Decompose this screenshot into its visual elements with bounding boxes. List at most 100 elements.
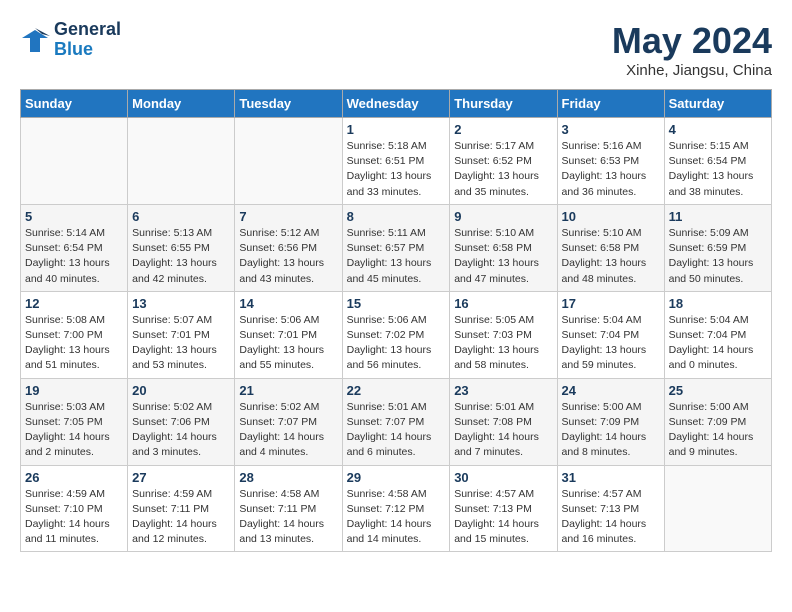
- calendar-cell: 13 Sunrise: 5:07 AM Sunset: 7:01 PM Dayli…: [128, 291, 235, 378]
- cell-daylight-info: Sunrise: 5:10 AM Sunset: 6:58 PM Dayligh…: [454, 226, 552, 287]
- calendar-cell: 15 Sunrise: 5:06 AM Sunset: 7:02 PM Dayli…: [342, 291, 450, 378]
- calendar-cell: 29 Sunrise: 4:58 AM Sunset: 7:12 PM Dayli…: [342, 465, 450, 552]
- logo-icon: [20, 26, 50, 54]
- cell-daylight-info: Sunrise: 4:58 AM Sunset: 7:12 PM Dayligh…: [347, 487, 446, 548]
- calendar-cell: [664, 465, 771, 552]
- location: Xinhe, Jiangsu, China: [612, 62, 772, 79]
- cell-date-number: 8: [347, 209, 446, 224]
- cell-daylight-info: Sunrise: 5:07 AM Sunset: 7:01 PM Dayligh…: [132, 313, 230, 374]
- calendar-cell: 17 Sunrise: 5:04 AM Sunset: 7:04 PM Dayli…: [557, 291, 664, 378]
- cell-date-number: 25: [669, 383, 767, 398]
- cell-daylight-info: Sunrise: 5:04 AM Sunset: 7:04 PM Dayligh…: [562, 313, 660, 374]
- cell-date-number: 1: [347, 122, 446, 137]
- calendar-cell: 6 Sunrise: 5:13 AM Sunset: 6:55 PM Daylig…: [128, 204, 235, 291]
- calendar-cell: 25Sunrise: 5:00 AM Sunset: 7:09 PM Dayli…: [664, 378, 771, 465]
- cell-date-number: 5: [25, 209, 123, 224]
- cell-daylight-info: Sunrise: 5:13 AM Sunset: 6:55 PM Dayligh…: [132, 226, 230, 287]
- calendar-cell: 7Sunrise: 5:12 AM Sunset: 6:56 PM Daylig…: [235, 204, 342, 291]
- calendar-week-row: 19 Sunrise: 5:03 AM Sunset: 7:05 PM Dayli…: [21, 378, 772, 465]
- calendar-cell: 10 Sunrise: 5:10 AM Sunset: 6:58 PM Dayli…: [557, 204, 664, 291]
- calendar-cell: 24 Sunrise: 5:00 AM Sunset: 7:09 PM Dayli…: [557, 378, 664, 465]
- cell-date-number: 29: [347, 470, 446, 485]
- cell-daylight-info: Sunrise: 4:57 AM Sunset: 7:13 PM Dayligh…: [562, 487, 660, 548]
- cell-daylight-info: Sunrise: 5:06 AM Sunset: 7:01 PM Dayligh…: [239, 313, 337, 374]
- weekday-header: Tuesday: [235, 90, 342, 118]
- cell-date-number: 13: [132, 296, 230, 311]
- cell-date-number: 23: [454, 383, 552, 398]
- cell-daylight-info: Sunrise: 5:10 AM Sunset: 6:58 PM Dayligh…: [562, 226, 660, 287]
- cell-date-number: 15: [347, 296, 446, 311]
- calendar-cell: 2Sunrise: 5:17 AM Sunset: 6:52 PM Daylig…: [450, 118, 557, 205]
- calendar-cell: 11Sunrise: 5:09 AM Sunset: 6:59 PM Dayli…: [664, 204, 771, 291]
- cell-date-number: 18: [669, 296, 767, 311]
- cell-date-number: 28: [239, 470, 337, 485]
- calendar-cell: 9 Sunrise: 5:10 AM Sunset: 6:58 PM Daylig…: [450, 204, 557, 291]
- month-year: May 2024: [612, 20, 772, 62]
- calendar-cell: 26Sunrise: 4:59 AM Sunset: 7:10 PM Dayli…: [21, 465, 128, 552]
- cell-daylight-info: Sunrise: 5:01 AM Sunset: 7:08 PM Dayligh…: [454, 400, 552, 461]
- cell-daylight-info: Sunrise: 5:03 AM Sunset: 7:05 PM Dayligh…: [25, 400, 123, 461]
- cell-date-number: 2: [454, 122, 552, 137]
- calendar-cell: 27 Sunrise: 4:59 AM Sunset: 7:11 PM Dayli…: [128, 465, 235, 552]
- cell-daylight-info: Sunrise: 4:59 AM Sunset: 7:11 PM Dayligh…: [132, 487, 230, 548]
- calendar-cell: 1 Sunrise: 5:18 AM Sunset: 6:51 PM Daylig…: [342, 118, 450, 205]
- cell-date-number: 9: [454, 209, 552, 224]
- cell-daylight-info: Sunrise: 5:02 AM Sunset: 7:06 PM Dayligh…: [132, 400, 230, 461]
- cell-daylight-info: Sunrise: 5:15 AM Sunset: 6:54 PM Dayligh…: [669, 139, 767, 200]
- calendar-cell: 31 Sunrise: 4:57 AM Sunset: 7:13 PM Dayli…: [557, 465, 664, 552]
- cell-daylight-info: Sunrise: 5:01 AM Sunset: 7:07 PM Dayligh…: [347, 400, 446, 461]
- calendar-cell: 8Sunrise: 5:11 AM Sunset: 6:57 PM Daylig…: [342, 204, 450, 291]
- weekday-header: Monday: [128, 90, 235, 118]
- calendar-cell: 16 Sunrise: 5:05 AM Sunset: 7:03 PM Dayli…: [450, 291, 557, 378]
- cell-daylight-info: Sunrise: 5:16 AM Sunset: 6:53 PM Dayligh…: [562, 139, 660, 200]
- calendar-week-row: 12Sunrise: 5:08 AM Sunset: 7:00 PM Dayli…: [21, 291, 772, 378]
- calendar-cell: 4Sunrise: 5:15 AM Sunset: 6:54 PM Daylig…: [664, 118, 771, 205]
- weekday-header: Thursday: [450, 90, 557, 118]
- weekday-header: Friday: [557, 90, 664, 118]
- cell-date-number: 3: [562, 122, 660, 137]
- page-header: General Blue May 2024 Xinhe, Jiangsu, Ch…: [20, 20, 772, 79]
- title-block: May 2024 Xinhe, Jiangsu, China: [612, 20, 772, 79]
- cell-daylight-info: Sunrise: 5:06 AM Sunset: 7:02 PM Dayligh…: [347, 313, 446, 374]
- cell-date-number: 31: [562, 470, 660, 485]
- weekday-header-row: SundayMondayTuesdayWednesdayThursdayFrid…: [21, 90, 772, 118]
- cell-date-number: 22: [347, 383, 446, 398]
- cell-date-number: 6: [132, 209, 230, 224]
- cell-date-number: 17: [562, 296, 660, 311]
- cell-daylight-info: Sunrise: 4:58 AM Sunset: 7:11 PM Dayligh…: [239, 487, 337, 548]
- cell-daylight-info: Sunrise: 5:18 AM Sunset: 6:51 PM Dayligh…: [347, 139, 446, 200]
- calendar-cell: 12Sunrise: 5:08 AM Sunset: 7:00 PM Dayli…: [21, 291, 128, 378]
- weekday-header: Sunday: [21, 90, 128, 118]
- cell-date-number: 19: [25, 383, 123, 398]
- cell-date-number: 10: [562, 209, 660, 224]
- logo-text: General Blue: [54, 20, 121, 60]
- cell-daylight-info: Sunrise: 5:04 AM Sunset: 7:04 PM Dayligh…: [669, 313, 767, 374]
- cell-date-number: 30: [454, 470, 552, 485]
- calendar-cell: 23 Sunrise: 5:01 AM Sunset: 7:08 PM Dayli…: [450, 378, 557, 465]
- calendar-cell: 30Sunrise: 4:57 AM Sunset: 7:13 PM Dayli…: [450, 465, 557, 552]
- calendar-week-row: 5 Sunrise: 5:14 AM Sunset: 6:54 PM Daylig…: [21, 204, 772, 291]
- cell-daylight-info: Sunrise: 5:02 AM Sunset: 7:07 PM Dayligh…: [239, 400, 337, 461]
- cell-date-number: 12: [25, 296, 123, 311]
- cell-date-number: 14: [239, 296, 337, 311]
- cell-daylight-info: Sunrise: 5:14 AM Sunset: 6:54 PM Dayligh…: [25, 226, 123, 287]
- calendar-cell: 21 Sunrise: 5:02 AM Sunset: 7:07 PM Dayli…: [235, 378, 342, 465]
- weekday-header: Saturday: [664, 90, 771, 118]
- cell-date-number: 20: [132, 383, 230, 398]
- calendar-week-row: 1 Sunrise: 5:18 AM Sunset: 6:51 PM Daylig…: [21, 118, 772, 205]
- calendar-week-row: 26Sunrise: 4:59 AM Sunset: 7:10 PM Dayli…: [21, 465, 772, 552]
- cell-date-number: 27: [132, 470, 230, 485]
- calendar-cell: 5 Sunrise: 5:14 AM Sunset: 6:54 PM Daylig…: [21, 204, 128, 291]
- weekday-header: Wednesday: [342, 90, 450, 118]
- cell-daylight-info: Sunrise: 5:09 AM Sunset: 6:59 PM Dayligh…: [669, 226, 767, 287]
- calendar-cell: 22 Sunrise: 5:01 AM Sunset: 7:07 PM Dayli…: [342, 378, 450, 465]
- cell-daylight-info: Sunrise: 5:05 AM Sunset: 7:03 PM Dayligh…: [454, 313, 552, 374]
- cell-date-number: 16: [454, 296, 552, 311]
- calendar-cell: 14 Sunrise: 5:06 AM Sunset: 7:01 PM Dayli…: [235, 291, 342, 378]
- cell-date-number: 24: [562, 383, 660, 398]
- calendar-cell: [21, 118, 128, 205]
- calendar-cell: 20 Sunrise: 5:02 AM Sunset: 7:06 PM Dayli…: [128, 378, 235, 465]
- cell-daylight-info: Sunrise: 5:00 AM Sunset: 7:09 PM Dayligh…: [562, 400, 660, 461]
- calendar-cell: [235, 118, 342, 205]
- cell-date-number: 21: [239, 383, 337, 398]
